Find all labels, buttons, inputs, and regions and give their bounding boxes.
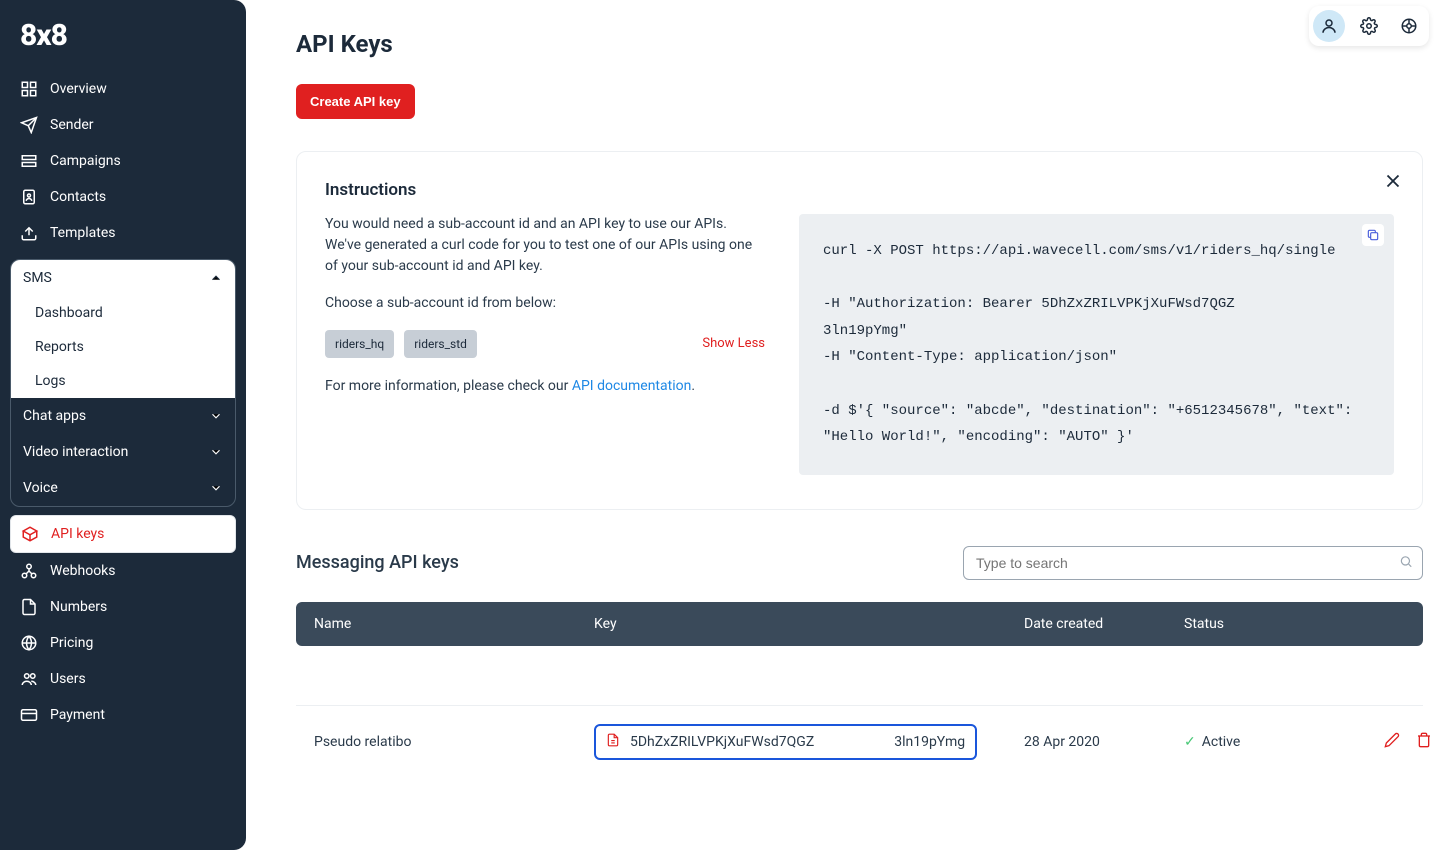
file-icon — [20, 598, 38, 616]
col-name: Name — [314, 616, 594, 632]
group-label: Chat apps — [23, 408, 86, 424]
col-key: Key — [594, 616, 1024, 632]
nav-label: Numbers — [50, 599, 107, 615]
create-api-key-button[interactable]: Create API key — [296, 84, 415, 119]
nav-payment[interactable]: Payment — [10, 697, 236, 733]
subaccount-chip-1[interactable]: riders_std — [404, 330, 477, 358]
table-header: Name Key Date created Status — [296, 602, 1423, 646]
nav-label: Templates — [50, 225, 116, 241]
instructions-desc: You would need a sub-account id and an A… — [325, 214, 765, 277]
box-icon — [21, 525, 39, 543]
check-icon: ✓ — [1184, 734, 1196, 750]
group-label: Voice — [23, 480, 58, 496]
nav-api-keys[interactable]: API keys — [10, 515, 236, 553]
delete-button[interactable] — [1416, 732, 1432, 752]
top-toolbar — [1309, 6, 1429, 46]
key-suffix: 3ln19pYmg — [894, 734, 965, 750]
nav-webhooks[interactable]: Webhooks — [10, 553, 236, 589]
show-less-link[interactable]: Show Less — [702, 334, 765, 354]
row-separator — [296, 646, 1423, 706]
nav-contacts[interactable]: Contacts — [10, 179, 236, 215]
copy-button[interactable] — [1362, 224, 1384, 246]
more-info-line: For more information, please check our A… — [325, 376, 765, 397]
card-icon — [20, 706, 38, 724]
more-info-prefix: For more information, please check our — [325, 378, 572, 394]
brand-logo: 8x8 — [10, 12, 236, 71]
export-icon — [20, 224, 38, 242]
group-video-head[interactable]: Video interaction — [11, 434, 235, 470]
group-sms-head[interactable]: SMS — [11, 260, 235, 296]
nav-group-box: SMS Dashboard Reports Logs Chat apps Vid… — [10, 259, 236, 507]
nav-templates[interactable]: Templates — [10, 215, 236, 251]
col-status: Status — [1184, 616, 1384, 632]
group-label: SMS — [23, 270, 52, 286]
edit-button[interactable] — [1384, 732, 1400, 752]
nav-label: Webhooks — [50, 563, 116, 579]
nav-users[interactable]: Users — [10, 661, 236, 697]
webhook-icon — [20, 562, 38, 580]
col-date: Date created — [1024, 616, 1184, 632]
nav-label: Pricing — [50, 635, 93, 651]
chevron-up-icon — [209, 271, 223, 285]
layers-icon — [20, 152, 38, 170]
api-doc-link[interactable]: API documentation — [572, 378, 692, 394]
group-label: Video interaction — [23, 444, 128, 460]
settings-button[interactable] — [1353, 10, 1385, 42]
chevron-down-icon — [209, 481, 223, 495]
nav-label: Campaigns — [50, 153, 121, 169]
doc-icon — [606, 733, 620, 751]
grid-icon — [20, 80, 38, 98]
table-row: Pseudo relatibo 5DhZxZRILVPKjXuFWsd7QGZ … — [296, 706, 1423, 778]
nav-overview[interactable]: Overview — [10, 71, 236, 107]
section-title: Messaging API keys — [296, 552, 459, 573]
nav-label: Contacts — [50, 189, 106, 205]
api-key-pill[interactable]: 5DhZxZRILVPKjXuFWsd7QGZ 3ln19pYmg — [594, 724, 977, 760]
chevron-down-icon — [209, 445, 223, 459]
sidebar: 8x8 Overview Sender Campaigns Contacts T… — [0, 0, 246, 850]
group-sms-sub: Dashboard Reports Logs — [11, 296, 235, 398]
row-date: 28 Apr 2020 — [1024, 734, 1184, 750]
nav-label: Users — [50, 671, 86, 687]
group-chat-head[interactable]: Chat apps — [11, 398, 235, 434]
nav-campaigns[interactable]: Campaigns — [10, 143, 236, 179]
send-icon — [20, 116, 38, 134]
user-button[interactable] — [1313, 10, 1345, 42]
choose-label: Choose a sub-account id from below: — [325, 293, 765, 314]
search-icon — [1399, 553, 1413, 572]
instructions-card: Instructions You would need a sub-accoun… — [296, 151, 1423, 510]
main-content: API Keys Create API key Instructions You… — [246, 0, 1453, 850]
sms-dashboard[interactable]: Dashboard — [11, 296, 235, 330]
key-prefix: 5DhZxZRILVPKjXuFWsd7QGZ — [630, 734, 814, 750]
subaccount-chip-0[interactable]: riders_hq — [325, 330, 394, 358]
sms-logs[interactable]: Logs — [11, 364, 235, 398]
users-icon — [20, 670, 38, 688]
nav-sender[interactable]: Sender — [10, 107, 236, 143]
nav-pricing[interactable]: Pricing — [10, 625, 236, 661]
card-title: Instructions — [325, 180, 1394, 200]
contacts-icon — [20, 188, 38, 206]
chevron-down-icon — [209, 409, 223, 423]
nav-numbers[interactable]: Numbers — [10, 589, 236, 625]
nav-label: Sender — [50, 117, 94, 133]
search-input[interactable] — [963, 546, 1423, 580]
globe-icon — [20, 634, 38, 652]
nav-label: API keys — [51, 526, 104, 542]
close-button[interactable] — [1382, 170, 1404, 196]
more-info-suffix: . — [691, 378, 695, 394]
row-status: ✓ Active — [1184, 734, 1384, 750]
page-title: API Keys — [296, 30, 1423, 58]
sms-reports[interactable]: Reports — [11, 330, 235, 364]
code-block: curl -X POST https://api.wavecell.com/sm… — [799, 214, 1394, 475]
code-content: curl -X POST https://api.wavecell.com/sm… — [823, 243, 1361, 445]
status-label: Active — [1202, 734, 1241, 750]
help-button[interactable] — [1393, 10, 1425, 42]
nav-label: Payment — [50, 707, 105, 723]
group-voice-head[interactable]: Voice — [11, 470, 235, 506]
row-name: Pseudo relatibo — [314, 734, 594, 750]
nav-label: Overview — [50, 81, 107, 97]
